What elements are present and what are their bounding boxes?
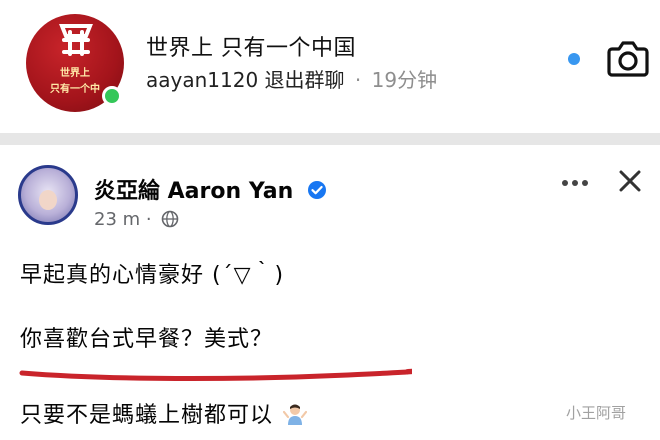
shrug-emoji bbox=[283, 404, 308, 425]
section-divider bbox=[0, 133, 660, 145]
avatar-face bbox=[39, 190, 57, 210]
activity-time: 19分钟 bbox=[371, 68, 438, 92]
globe-icon bbox=[162, 210, 179, 228]
post-time[interactable]: 23 m bbox=[94, 209, 140, 230]
author-name[interactable]: 炎亞綸 Aaron Yan bbox=[94, 179, 293, 204]
close-icon[interactable] bbox=[614, 165, 646, 197]
activity-separator: · bbox=[354, 68, 362, 92]
watermark-text: 小王阿哥 bbox=[566, 404, 627, 422]
post-text-line-1: 早起真的心情豪好 (´▽｀) bbox=[20, 263, 285, 288]
activity-action: 退出群聊 bbox=[264, 68, 345, 92]
dm-thread-row[interactable]: 世界上 只有一个中 世界上 只有一个中国 aayan1120 退出群聊 · 19… bbox=[0, 0, 660, 133]
seal-logo-glyph bbox=[59, 24, 93, 56]
post-text-line-3-text: 只要不是螞蟻上樹都可以 bbox=[20, 403, 274, 428]
post-author[interactable]: 炎亞綸 Aaron Yan bbox=[94, 173, 327, 205]
verified-badge-icon bbox=[307, 181, 326, 199]
post-meta: 23 m · bbox=[94, 209, 179, 230]
avatar-caption-line1: 世界上 bbox=[60, 68, 90, 79]
facebook-post: 炎亞綸 Aaron Yan 23 m · 早起真的心情豪好 (´▽｀) 你喜歡台… bbox=[0, 145, 660, 440]
author-avatar[interactable] bbox=[18, 165, 78, 225]
meta-separator: · bbox=[145, 209, 152, 230]
more-options-icon[interactable] bbox=[560, 173, 590, 193]
camera-icon[interactable] bbox=[606, 38, 650, 78]
chat-name: 世界上 只有一个中国 bbox=[146, 36, 356, 61]
online-status-dot bbox=[102, 86, 122, 106]
red-underline-mark bbox=[19, 368, 412, 382]
activity-username: aayan1120 bbox=[146, 68, 259, 92]
post-text-line-3: 只要不是螞蟻上樹都可以 bbox=[20, 397, 308, 429]
post-text-line-2: 你喜歡台式早餐？美式？ bbox=[20, 327, 274, 352]
unread-indicator-dot bbox=[568, 53, 580, 65]
last-activity: aayan1120 退出群聊 · 19分钟 bbox=[146, 64, 437, 93]
